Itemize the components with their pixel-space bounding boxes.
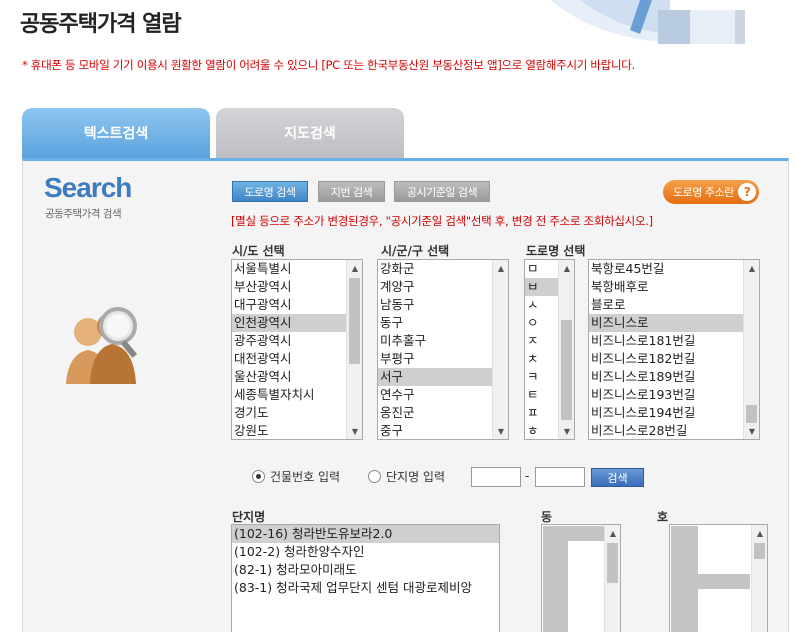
road-name-listbox[interactable]: 북항로45번길 북항배후로 블로로 비즈니스로 비즈니스로181번길 비즈니스로182번길… xyxy=(588,259,760,440)
road-list-item[interactable]: 블로로 xyxy=(589,296,759,314)
sido-list-item[interactable]: 대구광역시 xyxy=(232,296,362,314)
dong-scrollbar[interactable]: ▲ xyxy=(604,525,620,632)
sigungu-list-item[interactable]: 강화군 xyxy=(378,260,508,278)
search-logo: Search xyxy=(44,172,132,203)
sigungu-list-item[interactable]: 중구 xyxy=(378,422,508,439)
ho-listbox[interactable]: ▲ xyxy=(669,524,768,632)
complex-name-radio[interactable]: 단지명 입력 xyxy=(368,468,445,485)
radio-checked-icon xyxy=(252,470,265,483)
lot-search-button[interactable]: 지번 검색 xyxy=(318,181,385,202)
ho-label: 호 xyxy=(657,510,669,524)
road-address-help-button[interactable]: 도로명 주소란 ? xyxy=(663,180,759,204)
scroll-up-icon[interactable]: ▲ xyxy=(559,260,574,276)
user-magnifier-icon xyxy=(66,307,138,384)
road-list-item[interactable]: 북항배후로 xyxy=(589,278,759,296)
scroll-down-icon[interactable]: ▼ xyxy=(559,423,574,439)
search-logo-subtitle: 공동주택가격 검색 xyxy=(45,208,122,220)
building-sub-number-input[interactable] xyxy=(535,467,585,487)
sido-scrollbar[interactable]: ▲ ▼ xyxy=(346,260,362,439)
sido-listbox[interactable]: 서울특별시 부산광역시 대구광역시 인천광역시 광주광역시 대전광역시 울산광역시 세종특별자… xyxy=(231,259,363,440)
sigungu-list-item[interactable]: 미추홀구 xyxy=(378,332,508,350)
road-list-item[interactable]: 비즈니스로181번길 xyxy=(589,332,759,350)
scroll-down-icon[interactable]: ▼ xyxy=(347,423,362,439)
sigungu-list-item[interactable]: 부평구 xyxy=(378,350,508,368)
building-number-label: 건물번호 입력 xyxy=(270,470,341,484)
sigungu-scrollbar[interactable]: ▲ ▼ xyxy=(492,260,508,439)
road-list-item[interactable]: 비즈니스로194번길 xyxy=(589,404,759,422)
date-search-button[interactable]: 공시기준일 검색 xyxy=(394,181,490,202)
sigungu-list-item[interactable]: 옹진군 xyxy=(378,404,508,422)
sigungu-list-item[interactable]: 남동구 xyxy=(378,296,508,314)
sigungu-listbox[interactable]: 강화군 계양구 남동구 동구 미추홀구 부평구 서구 연수구 옹진군 중구 ▲ ▼ xyxy=(377,259,509,440)
dong-label: 동 xyxy=(541,510,553,524)
tab-text-search[interactable]: 텍스트검색 xyxy=(22,108,210,158)
road-address-help-label: 도로명 주소란 xyxy=(673,186,734,199)
scroll-up-icon[interactable]: ▲ xyxy=(752,525,767,541)
sido-list-item[interactable]: 세종특별자치시 xyxy=(232,386,362,404)
initial-scrollbar[interactable]: ▲ ▼ xyxy=(558,260,574,439)
scroll-down-icon[interactable]: ▼ xyxy=(493,423,508,439)
scroll-up-icon[interactable]: ▲ xyxy=(605,525,620,541)
sido-list-item[interactable]: 대전광역시 xyxy=(232,350,362,368)
sigungu-label: 시/군/구 선택 xyxy=(381,244,450,258)
road-initial-listbox[interactable]: ㅁㅂㅅㅇㅈㅊㅋㅌㅍㅎ ▲ ▼ xyxy=(524,259,575,440)
road-list-item[interactable]: 비즈니스로182번길 xyxy=(589,350,759,368)
help-icon: ? xyxy=(738,183,756,201)
sido-list-item[interactable]: 인천광역시 xyxy=(232,314,362,332)
ho-scrollbar[interactable]: ▲ xyxy=(751,525,767,632)
road-list-item[interactable]: 비즈니스로 xyxy=(589,314,759,332)
scroll-up-icon[interactable]: ▲ xyxy=(493,260,508,276)
radio-unchecked-icon xyxy=(368,470,381,483)
road-list-item[interactable]: 비즈니스로193번길 xyxy=(589,386,759,404)
sido-list-item[interactable]: 서울특별시 xyxy=(232,260,362,278)
mobile-notice: * 휴대폰 등 모바일 기기 이용시 원활한 열람이 어려울 수 있으니 [PC… xyxy=(22,58,635,72)
sido-list-item[interactable]: 강원도 xyxy=(232,422,362,439)
road-search-button[interactable]: 도로명 검색 xyxy=(232,181,308,202)
road-label: 도로명 선택 xyxy=(526,244,586,258)
sigungu-list-item[interactable]: 연수구 xyxy=(378,386,508,404)
number-dash: - xyxy=(525,469,530,483)
complex-label: 단지명 xyxy=(232,510,266,524)
road-list-item[interactable]: 북항로45번길 xyxy=(589,260,759,278)
sido-list-item[interactable]: 경기도 xyxy=(232,404,362,422)
sido-label: 시/도 선택 xyxy=(232,244,285,258)
sigungu-list-item[interactable]: 서구 xyxy=(378,368,508,386)
scroll-up-icon[interactable]: ▲ xyxy=(347,260,362,276)
complex-listbox[interactable]: (102-16) 청라반도유보라2.0 (102-2) 청라한양수자인 (82-1)… xyxy=(231,524,500,632)
number-search-button[interactable]: 검색 xyxy=(591,468,644,487)
header-illustration-icon xyxy=(550,0,745,44)
complex-list-item[interactable]: (82-1) 청라모아미래도 xyxy=(232,561,499,579)
sido-list-item[interactable]: 부산광역시 xyxy=(232,278,362,296)
complex-list-item[interactable]: (102-16) 청라반도유보라2.0 xyxy=(232,525,499,543)
road-list-item[interactable]: 비즈니스로189번길 xyxy=(589,368,759,386)
scroll-down-icon[interactable]: ▼ xyxy=(744,423,759,439)
road-list-item[interactable]: 비즈니스로28번길 xyxy=(589,422,759,439)
tab-map-search[interactable]: 지도검색 xyxy=(216,108,404,158)
building-number-radio[interactable]: 건물번호 입력 xyxy=(252,468,340,485)
sido-list-item[interactable]: 울산광역시 xyxy=(232,368,362,386)
page-title: 공동주택가격 열람 xyxy=(20,12,182,37)
building-main-number-input[interactable] xyxy=(471,467,521,487)
sido-list-item[interactable]: 광주광역시 xyxy=(232,332,362,350)
complex-name-label: 단지명 입력 xyxy=(386,470,446,484)
complex-list-item[interactable]: (102-2) 청라한양수자인 xyxy=(232,543,499,561)
road-scrollbar[interactable]: ▲ ▼ xyxy=(743,260,759,439)
complex-list-item[interactable]: (83-1) 청라국제 업무단지 센텀 대광로제비앙 xyxy=(232,579,499,597)
sigungu-list-item[interactable]: 동구 xyxy=(378,314,508,332)
address-change-warning: [멸실 등으로 주소가 변경된경우, "공시기준일 검색"선택 후, 변경 전 … xyxy=(231,214,653,228)
dong-listbox[interactable]: ▲ xyxy=(541,524,621,632)
scroll-up-icon[interactable]: ▲ xyxy=(744,260,759,276)
sigungu-list-item[interactable]: 계양구 xyxy=(378,278,508,296)
